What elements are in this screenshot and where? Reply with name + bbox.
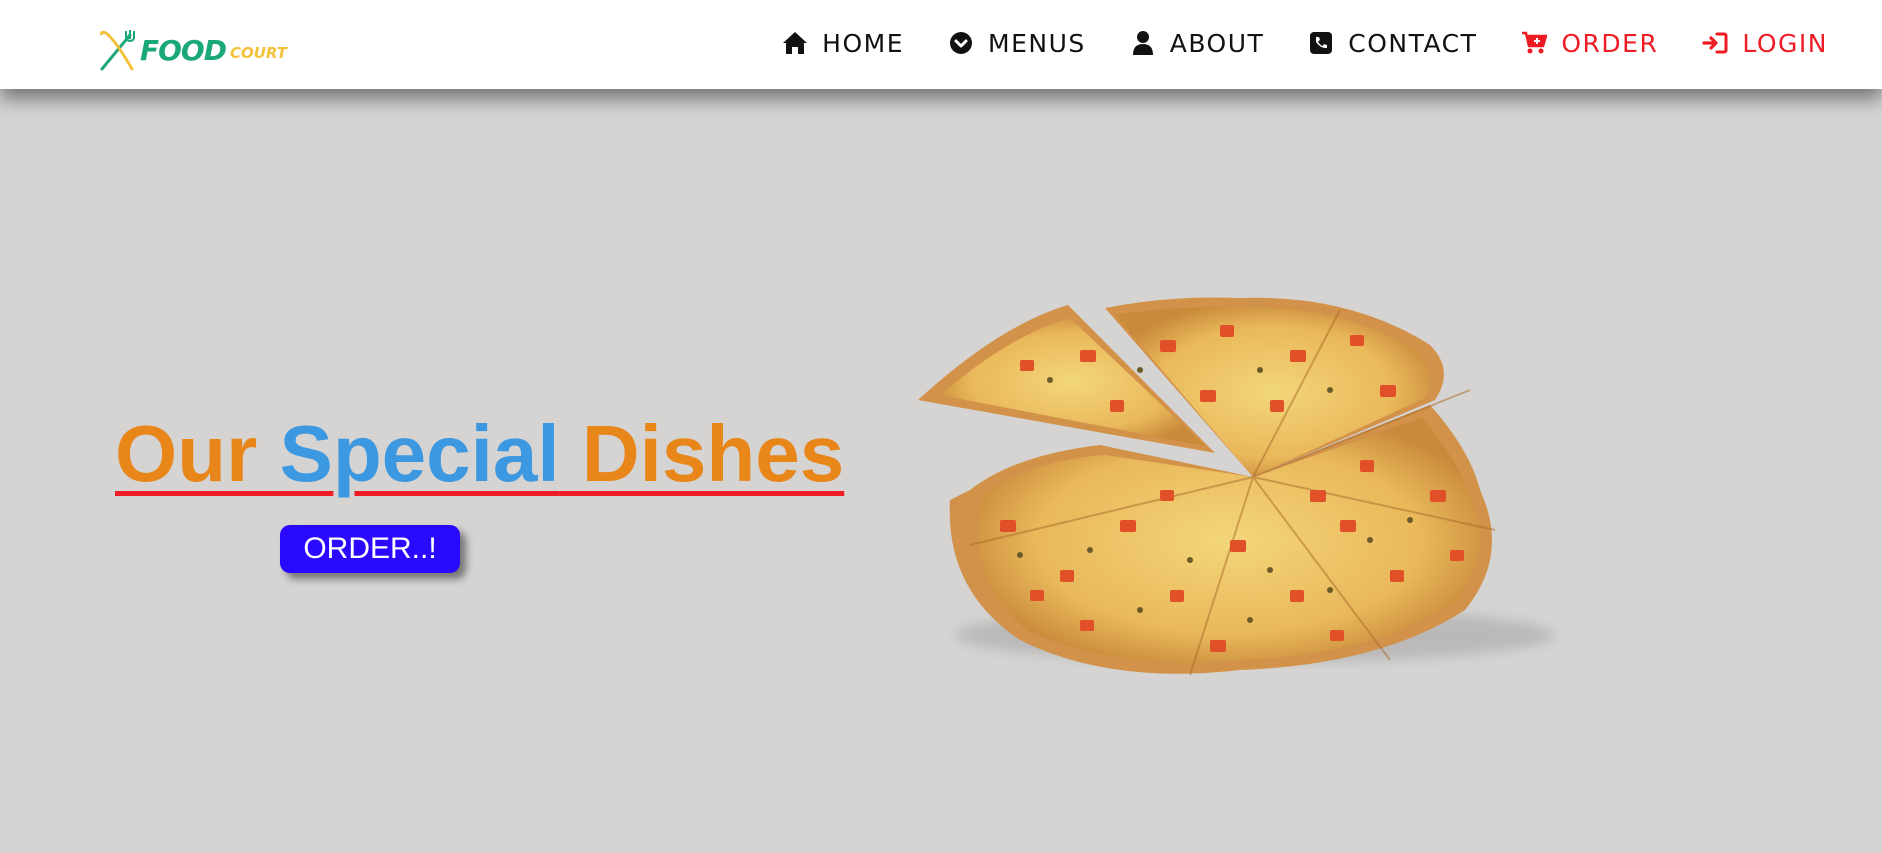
nav-home-label: HOME xyxy=(822,28,904,58)
top-navbar: FOOD COURT HOME MENUS ABOUT CONTACT ORDE… xyxy=(0,0,1882,89)
hero-title: Our Special Dishes xyxy=(115,413,844,494)
home-icon xyxy=(782,30,808,56)
nav-about-label: ABOUT xyxy=(1169,28,1265,58)
order-button[interactable]: ORDER..! xyxy=(280,525,460,573)
phone-icon xyxy=(1308,30,1334,56)
user-icon xyxy=(1130,30,1156,56)
nav-contact-label: CONTACT xyxy=(1348,28,1478,58)
logo-text-court: COURT xyxy=(229,44,288,62)
nav-menus-label: MENUS xyxy=(988,28,1086,58)
nav-login[interactable]: LOGIN xyxy=(1702,29,1828,58)
hero-title-letter-s: S xyxy=(279,408,333,498)
hero-title-word-our: Our xyxy=(115,408,280,498)
site-logo[interactable]: FOOD COURT xyxy=(96,26,287,74)
nav-about[interactable]: ABOUT xyxy=(1130,29,1265,58)
login-icon xyxy=(1702,30,1728,56)
nav-order-label: ORDER xyxy=(1561,28,1659,58)
chevron-circle-icon xyxy=(948,30,974,56)
hero-title-word-dishes: Dishes xyxy=(559,408,845,498)
nav-menus[interactable]: MENUS xyxy=(948,29,1086,58)
pizza-image xyxy=(918,297,1555,676)
nav-home[interactable]: HOME xyxy=(782,29,904,58)
hero-title-word-pecial: pecial xyxy=(332,408,560,498)
logo-text-food: FOOD xyxy=(140,33,227,67)
fork-knife-icon xyxy=(100,30,135,71)
cart-icon xyxy=(1521,30,1548,56)
nav-order[interactable]: ORDER xyxy=(1521,29,1658,58)
nav-login-label: LOGIN xyxy=(1742,28,1828,58)
nav-contact[interactable]: CONTACT xyxy=(1308,29,1477,58)
main-nav: HOME MENUS ABOUT CONTACT ORDER LOGIN xyxy=(782,22,1828,64)
